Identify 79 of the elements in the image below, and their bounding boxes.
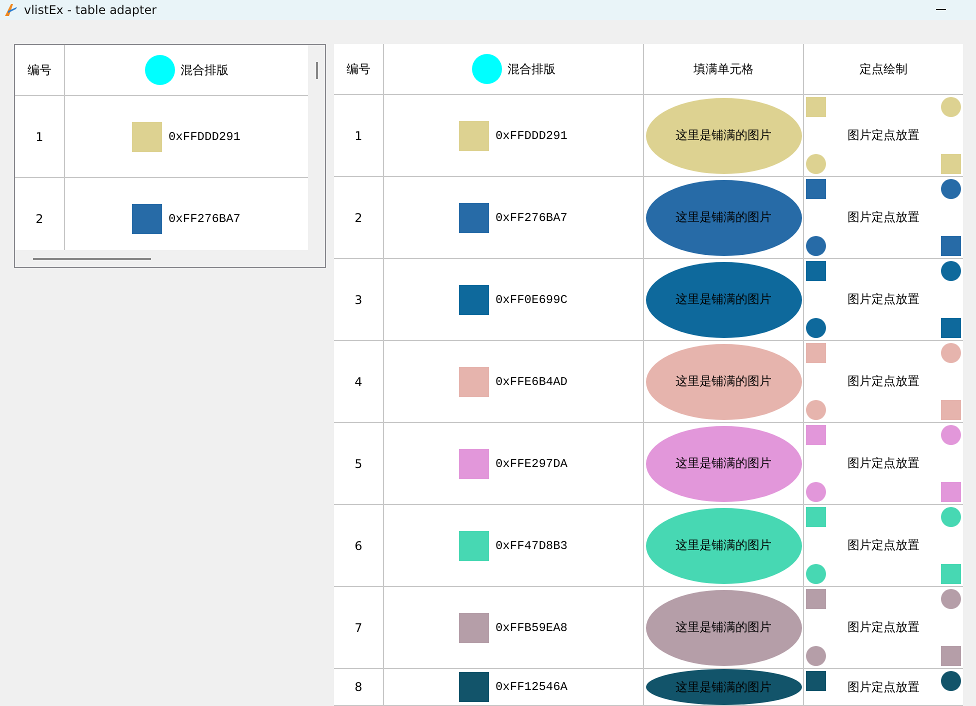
row-number: 3 (354, 292, 362, 306)
corner-square (806, 343, 826, 363)
corner-square (806, 261, 826, 281)
filled-ellipse: 这里是铺满的图片 (646, 669, 802, 705)
row-number: 6 (354, 538, 362, 552)
row-number: 4 (354, 374, 362, 388)
corner-square (806, 671, 826, 691)
corner-circle (806, 318, 826, 338)
app-logo-icon (4, 3, 18, 17)
corner-square (941, 564, 961, 584)
circle-icon (472, 54, 502, 84)
color-code: 0xFFDDD291 (495, 128, 568, 142)
column-header: 混合排版 (508, 60, 556, 78)
pinned-label: 图片定点放置 (848, 619, 920, 636)
color-code: 0xFFE6B4AD (495, 374, 568, 388)
filled-ellipse: 这里是铺满的图片 (646, 508, 802, 584)
corner-circle (941, 589, 961, 609)
filled-ellipse: 这里是铺满的图片 (646, 344, 802, 420)
corner-square (941, 236, 961, 256)
corner-circle (806, 154, 826, 174)
row-number: 2 (354, 210, 362, 224)
pinned-label: 图片定点放置 (848, 373, 920, 390)
corner-circle (806, 564, 826, 584)
color-code: 0xFF276BA7 (168, 212, 240, 226)
corner-circle (806, 236, 826, 256)
color-code: 0xFF47D8B3 (495, 538, 568, 552)
column-header: 编号 (28, 62, 52, 78)
color-code: 0xFF0E699C (495, 292, 568, 306)
column-header: 定点绘制 (860, 60, 908, 78)
corner-circle (806, 646, 826, 666)
corner-square (941, 154, 961, 174)
corner-circle (941, 507, 961, 527)
color-code: 0xFF276BA7 (495, 210, 568, 224)
corner-square (806, 97, 826, 117)
row-number: 1 (354, 128, 362, 142)
corner-square (806, 589, 826, 609)
filled-ellipse: 这里是铺满的图片 (646, 262, 802, 338)
corner-circle (806, 400, 826, 420)
row-number: 7 (354, 620, 362, 634)
corner-square (941, 318, 961, 338)
column-header: 填满单元格 (694, 60, 754, 78)
filled-ellipse: 这里是铺满的图片 (646, 590, 802, 666)
pinned-label: 图片定点放置 (848, 455, 920, 472)
pinned-label: 图片定点放置 (848, 291, 920, 308)
row-number: 1 (36, 130, 44, 144)
corner-circle (941, 671, 961, 691)
column-header: 混合排版 (180, 62, 228, 78)
column-header: 编号 (346, 60, 370, 78)
corner-square (941, 482, 961, 502)
pinned-label: 图片定点放置 (848, 678, 920, 696)
pinned-label: 图片定点放置 (848, 537, 920, 554)
row-number: 8 (354, 680, 362, 694)
horizontal-scrollbar[interactable] (33, 258, 151, 260)
window-title: vlistEx - table adapter (24, 3, 158, 17)
corner-square (806, 425, 826, 445)
corner-circle (941, 261, 961, 281)
corner-circle (941, 425, 961, 445)
pinned-label: 图片定点放置 (848, 127, 920, 144)
corner-circle (941, 343, 961, 363)
corner-circle (941, 97, 961, 117)
vertical-scrollbar[interactable] (316, 62, 318, 79)
color-code: 0xFFDDD291 (168, 130, 240, 144)
corner-square (941, 646, 961, 666)
corner-circle (806, 482, 826, 502)
circle-icon (144, 55, 174, 85)
corner-square (806, 179, 826, 199)
minimize-icon[interactable] (936, 9, 946, 11)
row-number: 2 (36, 212, 44, 226)
corner-square (941, 400, 961, 420)
corner-square (806, 507, 826, 527)
filled-ellipse: 这里是铺满的图片 (646, 98, 802, 174)
corner-circle (941, 179, 961, 199)
filled-ellipse: 这里是铺满的图片 (646, 426, 802, 502)
pinned-label: 图片定点放置 (848, 209, 920, 226)
filled-ellipse: 这里是铺满的图片 (646, 180, 802, 256)
color-code: 0xFF12546A (495, 680, 568, 694)
color-code: 0xFFE297DA (495, 456, 568, 470)
row-number: 5 (354, 456, 362, 470)
color-code: 0xFFB59EA8 (495, 620, 568, 634)
